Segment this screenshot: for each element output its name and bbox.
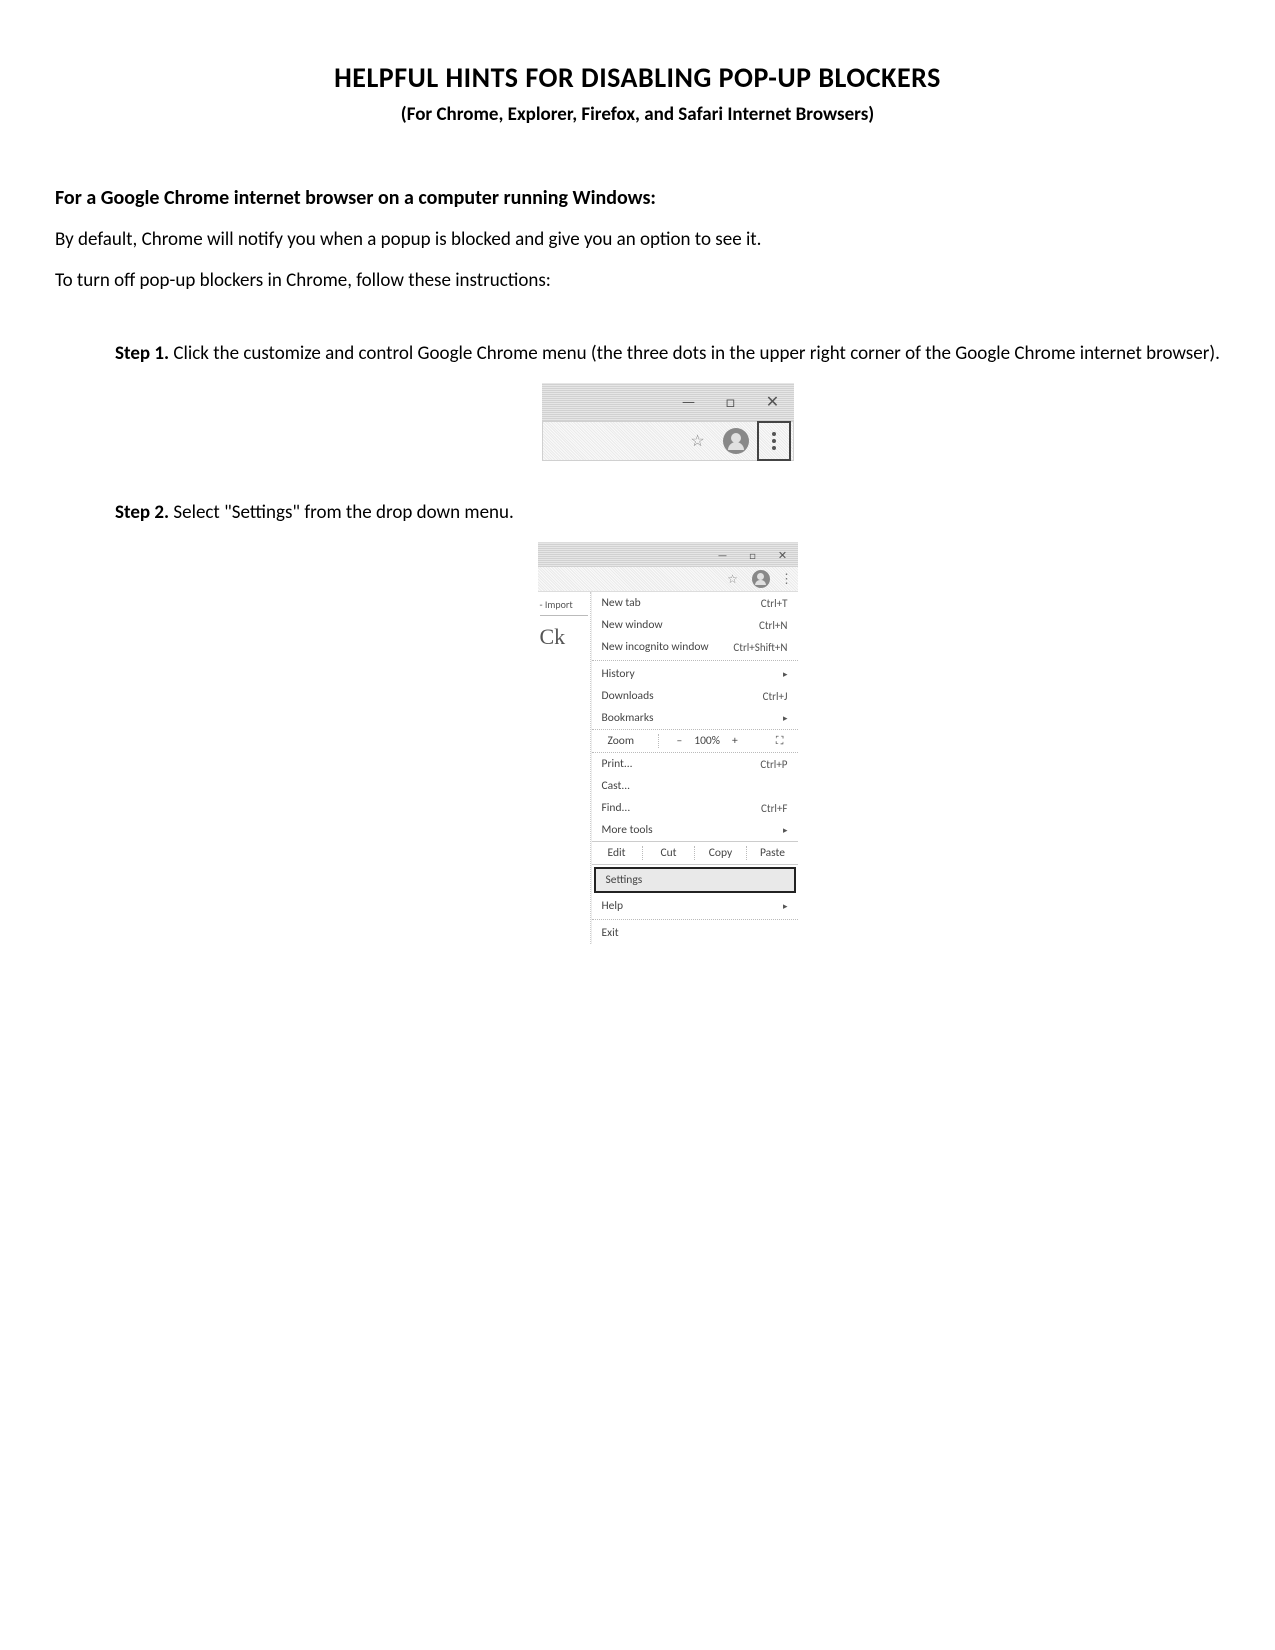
menu-settings[interactable]: Settings bbox=[594, 867, 796, 893]
figure-2-chrome-menu: — □ ✕ ☆ ⋮ - Import Ck New tabCtrl+T New … bbox=[538, 542, 798, 944]
submenu-arrow-icon: ▸ bbox=[783, 669, 788, 680]
profile-avatar-icon[interactable] bbox=[752, 570, 770, 588]
menu-zoom: Zoom – 100% + ⛶ bbox=[592, 729, 798, 753]
minimize-icon[interactable]: — bbox=[668, 383, 710, 421]
menu-exit[interactable]: Exit bbox=[592, 922, 798, 944]
edit-paste[interactable]: Paste bbox=[748, 846, 798, 860]
close-icon[interactable]: ✕ bbox=[752, 383, 794, 421]
maximize-icon[interactable]: □ bbox=[710, 383, 752, 421]
step-1-text: Click the customize and control Google C… bbox=[169, 342, 1220, 365]
page-fragment-left: - Import Ck bbox=[538, 592, 591, 944]
edit-copy[interactable]: Copy bbox=[696, 846, 746, 860]
doc-title: HELPFUL HINTS FOR DISABLING POP-UP BLOCK… bbox=[55, 60, 1220, 95]
menu-incognito[interactable]: New incognito windowCtrl+Shift+N bbox=[592, 636, 798, 658]
step-1-label: Step 1. bbox=[115, 342, 169, 365]
profile-avatar-icon[interactable] bbox=[723, 428, 749, 454]
doc-subtitle: (For Chrome, Explorer, Firefox, and Safa… bbox=[55, 103, 1220, 126]
step-2-text: Select "Settings" from the drop down men… bbox=[169, 501, 514, 524]
zoom-out-button[interactable]: – bbox=[671, 734, 689, 748]
chrome-menu-button[interactable]: ⋮ bbox=[776, 572, 798, 587]
intro-para-1: By default, Chrome will notify you when … bbox=[55, 228, 1220, 251]
maximize-icon[interactable]: □ bbox=[738, 543, 768, 567]
menu-new-tab[interactable]: New tabCtrl+T bbox=[592, 592, 798, 614]
intro-para-2: To turn off pop-up blockers in Chrome, f… bbox=[55, 269, 1220, 292]
step-1: Step 1. Click the customize and control … bbox=[115, 342, 1220, 365]
submenu-arrow-icon: ▸ bbox=[783, 825, 788, 836]
edit-cut[interactable]: Cut bbox=[644, 846, 694, 860]
section-heading: For a Google Chrome internet browser on … bbox=[55, 186, 1220, 210]
menu-print[interactable]: Print...Ctrl+P bbox=[592, 753, 798, 775]
menu-cast[interactable]: Cast... bbox=[592, 775, 798, 797]
figure-1-chrome-corner: — □ ✕ ☆ bbox=[542, 383, 794, 461]
zoom-in-button[interactable]: + bbox=[726, 734, 744, 748]
menu-downloads[interactable]: DownloadsCtrl+J bbox=[592, 685, 798, 707]
menu-history[interactable]: History▸ bbox=[592, 663, 798, 685]
menu-more-tools[interactable]: More tools▸ bbox=[592, 819, 798, 841]
zoom-value: 100% bbox=[688, 734, 726, 748]
chrome-dropdown-menu: New tabCtrl+T New windowCtrl+N New incog… bbox=[591, 592, 798, 944]
minimize-icon[interactable]: — bbox=[708, 543, 738, 567]
menu-new-window[interactable]: New windowCtrl+N bbox=[592, 614, 798, 636]
menu-edit-row: Edit Cut Copy Paste bbox=[592, 841, 798, 865]
edit-label: Edit bbox=[592, 846, 642, 860]
close-icon[interactable]: ✕ bbox=[768, 543, 798, 567]
bookmark-star-icon[interactable]: ☆ bbox=[720, 572, 746, 587]
menu-help[interactable]: Help▸ bbox=[592, 895, 798, 917]
step-2-label: Step 2. bbox=[115, 501, 169, 524]
step-2: Step 2. Select "Settings" from the drop … bbox=[115, 501, 1220, 524]
bookmark-star-icon[interactable]: ☆ bbox=[681, 431, 715, 451]
submenu-arrow-icon: ▸ bbox=[783, 901, 788, 912]
chrome-menu-button[interactable] bbox=[757, 421, 791, 461]
menu-bookmarks[interactable]: Bookmarks▸ bbox=[592, 707, 798, 729]
menu-find[interactable]: Find...Ctrl+F bbox=[592, 797, 798, 819]
fullscreen-icon[interactable]: ⛶ bbox=[770, 734, 788, 748]
submenu-arrow-icon: ▸ bbox=[783, 713, 788, 724]
